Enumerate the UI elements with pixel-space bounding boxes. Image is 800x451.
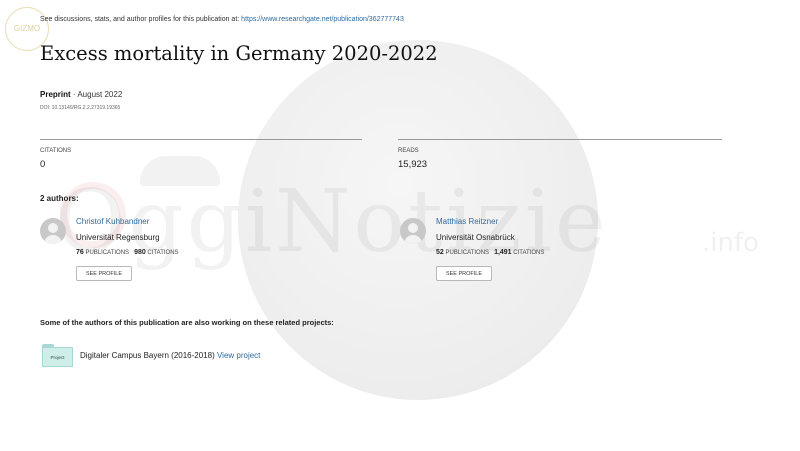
author-stats: 76 PUBLICATIONS 980 CITATIONS [76, 249, 179, 256]
see-profile-button[interactable]: SEE PROFILE [436, 266, 492, 281]
source-prefix: See discussions, stats, and author profi… [40, 16, 242, 23]
publication-meta: Preprint · August 2022 [40, 90, 122, 99]
avatar[interactable] [400, 218, 426, 244]
divider-right [398, 139, 722, 140]
source-line: See discussions, stats, and author profi… [40, 16, 404, 23]
publication-url-link[interactable]: https://www.researchgate.net/publication… [241, 16, 404, 23]
publication-title: Excess mortality in Germany 2020-2022 [40, 42, 438, 65]
author-institution: Universität Regensburg [76, 233, 160, 242]
project-item: Digitaler Campus Bayern (2016-2018) View… [80, 351, 260, 360]
project-name: Digitaler Campus Bayern (2016-2018) [80, 351, 217, 360]
reads-value: 15,923 [398, 159, 428, 170]
author-stats: 52 PUBLICATIONS 1,491 CITATIONS [436, 249, 545, 256]
citations-value: 0 [40, 159, 46, 170]
doi: DOI: 10.13140/RG.2.2.27319.19365 [40, 105, 121, 111]
watermark-suffix: .info [702, 228, 760, 258]
divider-left [40, 139, 362, 140]
folder-label: Project [42, 347, 73, 367]
avatar[interactable] [40, 218, 66, 244]
see-profile-button[interactable]: SEE PROFILE [76, 266, 132, 281]
author-name-link[interactable]: Christof Kuhbandner [76, 217, 149, 226]
view-project-link[interactable]: View project [217, 351, 260, 360]
reads-label: READS [398, 148, 419, 154]
publication-type: Preprint [40, 90, 71, 99]
authors-heading: 2 authors: [40, 194, 79, 203]
folder-icon: Project [42, 344, 73, 367]
related-projects-heading: Some of the authors of this publication … [40, 318, 334, 327]
author-name-link[interactable]: Matthias Reitzner [436, 217, 498, 226]
citations-label: CITATIONS [40, 148, 72, 154]
publication-date: · August 2022 [70, 90, 123, 99]
author-institution: Universität Osnabrück [436, 233, 515, 242]
